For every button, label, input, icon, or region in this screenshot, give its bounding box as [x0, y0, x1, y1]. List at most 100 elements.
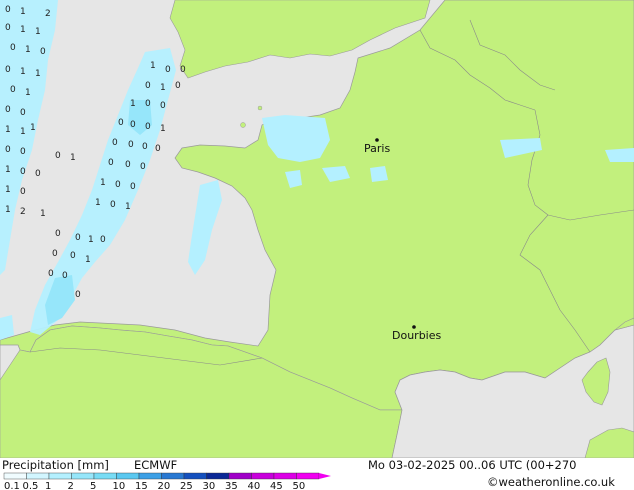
precip-value-label: 0	[112, 138, 118, 148]
precip-value-label: 1	[35, 69, 41, 79]
precip-value-label: 1	[20, 25, 26, 35]
precip-value-label: 0	[110, 200, 116, 210]
precip-value-label: 0	[35, 169, 41, 179]
scale-label: 15	[135, 481, 148, 490]
precip-value-label: 0	[20, 187, 26, 197]
scale-swatch	[116, 472, 140, 480]
footer-model: ECMWF	[134, 458, 178, 472]
precip-value-label: 1	[125, 202, 131, 212]
precip-value-label: 0	[130, 120, 136, 130]
scale-label: 20	[158, 481, 171, 490]
precip-value-label: 1	[160, 124, 166, 134]
precip-value-label: 0	[145, 99, 151, 109]
scale-swatch	[273, 472, 297, 480]
precip-value-label: 1	[30, 123, 36, 133]
precip-value-label: 0	[40, 47, 46, 57]
precip-value-label: 1	[85, 255, 91, 265]
precip-value-label: 2	[20, 207, 26, 217]
scale-label: 50	[293, 481, 306, 490]
scale-label: 10	[113, 481, 126, 490]
precip-value-label: 0	[75, 233, 81, 243]
precip-value-label: 1	[35, 27, 41, 37]
precip-value-label: 0	[140, 162, 146, 172]
precip-value-label: 0	[5, 65, 11, 75]
precip-value-label: 0	[5, 23, 11, 33]
precip-value-label: 2	[45, 9, 51, 19]
precip-value-label: 0	[70, 251, 76, 261]
precip-value-label: 1	[95, 198, 101, 208]
scale-label: 45	[270, 481, 283, 490]
city-label-dourbies: Dourbies	[392, 329, 442, 342]
precip-value-label: 0	[175, 81, 181, 91]
scale-swatch	[183, 472, 207, 480]
precip-value-label: 0	[125, 160, 131, 170]
scale-swatch	[93, 472, 117, 480]
precip-value-label: 0	[55, 229, 61, 239]
precip-value-label: 1	[100, 178, 106, 188]
precipitation-map: 0120110100110100111000110010121100010100…	[0, 0, 634, 459]
scale-label: 5	[90, 481, 96, 490]
precip-value-label: 0	[52, 249, 58, 259]
precip-value-label: 0	[160, 101, 166, 111]
precip-value-label: 0	[5, 105, 11, 115]
precip-value-label: 0	[180, 65, 186, 75]
scale-label: 30	[203, 481, 216, 490]
precip-value-label: 0	[115, 180, 121, 190]
precip-value-label: 0	[118, 118, 124, 128]
precip-value-label: 0	[128, 140, 134, 150]
scale-swatch	[71, 472, 95, 480]
scale-label: 2	[68, 481, 74, 490]
footer-credit[interactable]: ©weatheronline.co.uk	[487, 475, 615, 489]
scale-swatch	[206, 472, 230, 480]
precip-value-label: 0	[20, 147, 26, 157]
precip-value-label: 1	[40, 209, 46, 219]
scale-swatch	[26, 472, 50, 480]
scale-swatch	[228, 472, 252, 480]
footer-title: Precipitation [mm]	[2, 458, 109, 472]
precip-value-label: 0	[10, 85, 16, 95]
precip-value-label: 1	[5, 125, 11, 135]
scale-label: 0.5	[23, 481, 39, 490]
precip-value-label: 1	[20, 67, 26, 77]
footer: Precipitation [mm] ECMWF Mo 03-02-2025 0…	[0, 458, 634, 490]
precip-value-label: 0	[142, 142, 148, 152]
scale-swatch	[3, 472, 27, 480]
precip-value-label: 0	[75, 290, 81, 300]
precip-value-label: 1	[20, 7, 26, 17]
precip-value-label: 0	[48, 269, 54, 279]
city-label-paris: Paris	[364, 142, 390, 155]
precip-value-label: 1	[5, 165, 11, 175]
precip-value-label: 0	[165, 65, 171, 75]
scale-label: 25	[180, 481, 193, 490]
precip-value-label: 0	[62, 271, 68, 281]
scale-label: 0.1	[4, 481, 20, 490]
scale-arrow	[319, 473, 331, 479]
precip-value-label: 0	[55, 151, 61, 161]
color-scale: 0.1 0.5 1 2 5 10 15 20 25 30 35 40 45 50	[3, 472, 331, 490]
precip-value-label: 0	[10, 43, 16, 53]
precip-value-label: 0	[145, 81, 151, 91]
precip-value-label: 0	[100, 235, 106, 245]
precip-value-label: 1	[5, 185, 11, 195]
scale-label: 35	[225, 481, 238, 490]
precip-value-label: 1	[150, 61, 156, 71]
footer-datetime: Mo 03-02-2025 00..06 UTC (00+270	[368, 458, 577, 472]
precip-value-label: 0	[108, 158, 114, 168]
precip-value-label: 1	[160, 83, 166, 93]
scale-label: 1	[45, 481, 51, 490]
precip-value-label: 1	[88, 235, 94, 245]
scale-label: 40	[248, 481, 261, 490]
scale-swatch	[138, 472, 162, 480]
precip-value-label: 0	[145, 122, 151, 132]
precip-value-label: 0	[130, 182, 136, 192]
precip-value-label: 0	[20, 108, 26, 118]
scale-swatch	[296, 472, 320, 480]
precip-value-label: 1	[25, 45, 31, 55]
precip-value-label: 1	[70, 153, 76, 163]
scale-swatch	[161, 472, 185, 480]
map-svg: 0 1 20 1 10 1 00 1 10 10 011 10 0 0 11 0 01 01 2 11 0 00 1 01 0 0…	[0, 0, 634, 459]
precip-value-label: 0	[5, 5, 11, 15]
land-islands-2	[257, 105, 263, 111]
precip-value-label: 1	[130, 99, 136, 109]
precip-value-label: 0	[5, 145, 11, 155]
